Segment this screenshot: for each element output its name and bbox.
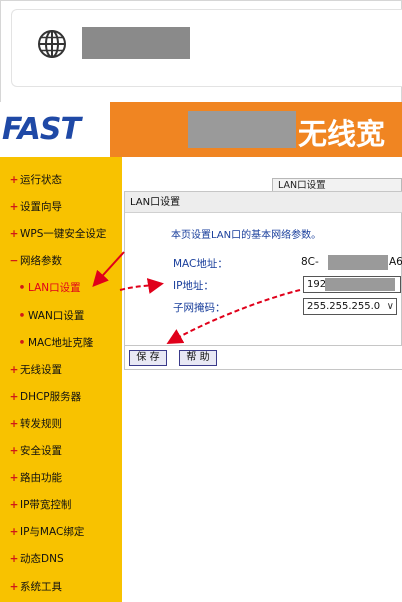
button-row: 保 存 帮 助 (125, 345, 402, 369)
expand-icon: + (9, 553, 19, 566)
sidebar-item-label: DHCP服务器 (20, 390, 82, 403)
sidebar-item[interactable]: + 无线设置 (8, 357, 62, 383)
banner-title: 无线宽 (298, 117, 386, 151)
sidebar-item-label: IP与MAC绑定 (20, 526, 85, 539)
help-button[interactable]: 帮 助 (179, 350, 217, 366)
sidebar-item-label: 运行状态 (20, 174, 62, 186)
sidebar-item-label: 设置向导 (20, 201, 62, 214)
sidebar-item-label: 转发规则 (20, 417, 62, 430)
bullet-dot-icon: • (18, 309, 26, 322)
sidebar-item[interactable]: • WAN口设置 (16, 303, 85, 329)
expand-icon: + (9, 174, 19, 186)
sidebar-item[interactable]: + DHCP服务器 (8, 384, 82, 410)
mac-label: MAC地址： (173, 258, 228, 270)
panel-title: LAN口设置 (125, 192, 402, 213)
sidebar-item-label: 无线设置 (20, 363, 62, 376)
panel-description: 本页设置LAN口的基本网络参数。 (171, 230, 322, 241)
sidebar-item[interactable]: + IP与MAC绑定 (8, 519, 85, 545)
subnet-mask-select[interactable]: 255.255.255.0 ∨ (303, 298, 397, 315)
sidebar-item[interactable]: + 转发规则 (8, 411, 62, 437)
mac-value-prefix: 8C- (301, 256, 319, 268)
brand-logo: FAST (2, 112, 81, 147)
sidebar-item[interactable]: • LAN口设置 (16, 275, 81, 301)
sidebar-item[interactable]: + 系统工具 (8, 574, 62, 600)
sidebar-item-label: 路由功能 (20, 472, 62, 485)
sidebar-item-label: LAN口设置 (28, 282, 81, 295)
expand-icon: + (9, 445, 19, 457)
sidebar-item-label: 系统工具 (20, 580, 62, 593)
sidebar-item-label: WAN口设置 (28, 309, 85, 322)
sidebar-item-label: 动态DNS (20, 553, 64, 566)
expand-icon: + (9, 417, 19, 430)
ip-value-redacted (325, 278, 395, 291)
sidebar-item-label: 安全设置 (20, 445, 62, 457)
sidebar-item[interactable]: − 网络参数 (8, 248, 62, 274)
sidebar-item[interactable]: • MAC地址克隆 (16, 330, 94, 356)
sidebar-item[interactable]: + 运行状态 (8, 167, 62, 193)
sidebar-item[interactable]: + 路由功能 (8, 465, 62, 491)
browser-address-bar[interactable] (11, 9, 402, 87)
bullet-dot-icon: • (18, 282, 26, 295)
tab-lan-settings[interactable]: LAN口设置 (272, 178, 402, 192)
globe-icon (38, 30, 66, 58)
expand-icon: + (9, 580, 19, 593)
expand-icon: + (9, 526, 19, 539)
sidebar-item[interactable]: + WPS一键安全设定 (8, 221, 107, 247)
lan-settings-panel: LAN口设置 本页设置LAN口的基本网络参数。 MAC地址： 8C- A6 IP… (124, 191, 402, 370)
sidebar-item[interactable]: + IP带宽控制 (8, 492, 72, 518)
expand-icon: + (9, 499, 19, 512)
sidebar-item[interactable]: + 动态DNS (8, 546, 64, 572)
sidebar-item-label: IP带宽控制 (20, 499, 72, 512)
expand-icon: + (9, 363, 19, 376)
expand-icon: + (9, 228, 19, 241)
mac-value-redacted (328, 255, 388, 270)
ip-label: IP地址： (173, 280, 214, 292)
expand-icon: + (9, 472, 19, 485)
url-redacted (82, 27, 190, 59)
expand-icon: + (9, 390, 19, 403)
sidebar-item-label: 网络参数 (20, 255, 62, 268)
subnet-mask-value: 255.255.255.0 (307, 301, 381, 312)
expand-icon: + (9, 201, 19, 214)
sidebar-item-label: WPS一键安全设定 (20, 228, 107, 241)
subnet-mask-label: 子网掩码： (173, 302, 226, 314)
sidebar-item[interactable]: + 安全设置 (8, 438, 62, 464)
save-button[interactable]: 保 存 (129, 350, 167, 366)
router-header: FAST 无线宽 (0, 102, 402, 157)
chevron-down-icon[interactable]: ∨ (387, 299, 394, 314)
sidebar-item-label: MAC地址克隆 (28, 336, 94, 349)
bullet-dot-icon: • (18, 336, 26, 349)
logo-area: FAST (0, 102, 110, 157)
collapse-icon: − (9, 255, 19, 268)
mac-value-suffix: A6 (389, 256, 402, 268)
sidebar-item[interactable]: + 设置向导 (8, 194, 62, 220)
banner-title-redacted (188, 111, 296, 148)
